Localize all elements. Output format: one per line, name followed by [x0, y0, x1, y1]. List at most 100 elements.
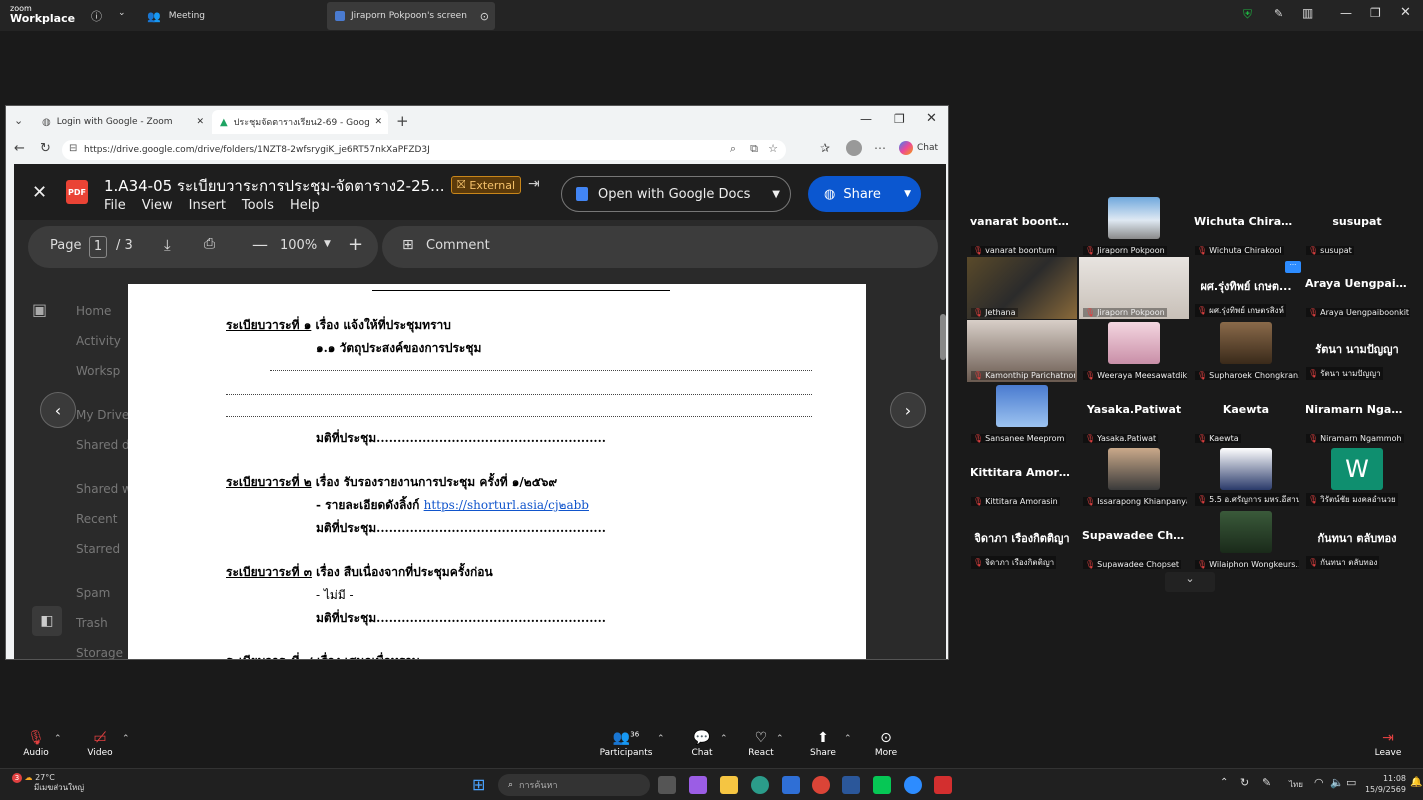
participant-tile[interactable]: 🎙 Jiraporn Pokpoon — [1079, 195, 1189, 257]
zoom-app-icon[interactable] — [904, 776, 922, 794]
close-icon[interactable]: ✕ — [926, 111, 937, 126]
participant-tile[interactable]: Wichuta Chirak... 🎙 Wichuta Chirakool — [1191, 195, 1301, 257]
share-dropdown-icon[interactable]: ▼ — [904, 189, 911, 199]
comment-bar[interactable]: ⊞ Comment — [382, 226, 938, 268]
close-icon[interactable]: ✕ — [1400, 5, 1411, 20]
download-icon[interactable]: ⤓ — [164, 236, 171, 254]
star-icon[interactable]: ☆ — [768, 142, 778, 155]
participant-tile[interactable]: 🎙 Supharoek Chongkran... — [1191, 320, 1301, 382]
language-indicator[interactable]: ไทย — [1289, 778, 1303, 791]
more-options-icon[interactable]: ⊙ — [480, 10, 489, 23]
pen-tray-icon[interactable]: ✎ — [1262, 776, 1271, 789]
leave-button[interactable]: ⇥ Leave — [1358, 730, 1418, 758]
windows-start-icon[interactable]: ⊞ — [472, 775, 485, 794]
participant-tile[interactable]: susupat 🎙 susupat — [1302, 195, 1412, 257]
participant-tile[interactable]: 🎙 Sansanee Meeprom — [967, 383, 1077, 445]
close-tab-icon[interactable]: ✕ — [374, 117, 382, 127]
chat-options-icon[interactable]: ⌃ — [720, 734, 728, 744]
clock[interactable]: 11:08 15/9/2569 — [1356, 773, 1406, 795]
extension-icon[interactable]: ⧉ — [750, 142, 758, 156]
toggle-sidebar-icon[interactable]: ◧ — [32, 606, 62, 636]
profile-avatar[interactable] — [846, 140, 862, 156]
participant-tile[interactable]: 🎙 Jethana — [967, 257, 1077, 319]
task-view-icon[interactable] — [658, 776, 676, 794]
acrobat-icon[interactable] — [934, 776, 952, 794]
restore-icon[interactable]: ❐ — [894, 112, 905, 126]
gallery-next-page-icon[interactable]: ⌄ — [1165, 572, 1215, 592]
tab-google-drive[interactable]: ▲ ประชุมจัดตารางเรียน2-69 - Google D ✕ — [212, 110, 388, 134]
word-icon[interactable] — [842, 776, 860, 794]
reload-icon[interactable]: ↻ — [40, 141, 51, 156]
participants-button[interactable]: 👥36 Participants — [596, 730, 656, 758]
video-button[interactable]: ▭̸ Video — [70, 730, 130, 758]
tray-expand-icon[interactable]: ⌃ — [1220, 777, 1228, 788]
store-icon[interactable] — [782, 776, 800, 794]
participant-tile[interactable]: 🎙 Jiraporn Pokpoon — [1079, 257, 1189, 319]
participant-tile[interactable]: Kittitara Amora... 🎙 Kittitara Amorasin — [967, 446, 1077, 508]
next-file-button[interactable]: › — [890, 392, 926, 428]
shorturl-link[interactable]: https://shorturl.asia/cj๒abb — [424, 498, 589, 512]
chevron-down-icon[interactable]: ⌄ — [118, 8, 126, 18]
sync-icon[interactable]: ↻ — [1240, 776, 1249, 789]
zoom-level[interactable]: 100% — [280, 238, 317, 253]
viewer-scrollbar[interactable] — [940, 314, 946, 360]
participant-tile[interactable]: จิดาภา เรืองกิตติญา 🎙 จิดาภา เรืองกิตติญา — [967, 509, 1077, 571]
audio-options-icon[interactable]: ⌃ — [54, 734, 62, 744]
print-icon[interactable]: ⎙ — [204, 236, 215, 252]
copilot-app-icon[interactable] — [689, 776, 707, 794]
address-bar[interactable]: ⊟ https://drive.google.com/drive/folders… — [62, 140, 786, 160]
more-options-icon[interactable]: ··· — [1285, 261, 1301, 273]
tab-shared-screen[interactable]: Jiraporn Pokpoon's screen ⊙ — [327, 2, 495, 30]
menu-file[interactable]: File — [104, 198, 126, 213]
participant-tile[interactable]: 🎙 Issarapong Khianpanya — [1079, 446, 1189, 508]
menu-insert[interactable]: Insert — [189, 198, 226, 213]
file-explorer-icon[interactable] — [720, 776, 738, 794]
open-with-docs-button[interactable]: Open with Google Docs ▼ — [561, 176, 791, 212]
menu-help[interactable]: Help — [290, 198, 320, 213]
participant-tile[interactable]: Yasaka.Patiwat 🎙 Yasaka.Patiwat — [1079, 383, 1189, 445]
share-button[interactable]: ◍ Share ▼ — [808, 176, 921, 212]
participant-tile[interactable]: vanarat boontum 🎙 vanarat boontum — [967, 195, 1077, 257]
move-folder-icon[interactable]: ⇥ — [528, 176, 540, 192]
layout-icon[interactable]: ▥ — [1302, 6, 1313, 20]
close-tab-icon[interactable]: ✕ — [196, 117, 204, 127]
volume-icon[interactable]: 🔈 — [1330, 776, 1344, 789]
participant-tile[interactable]: Araya Uengpaib... 🎙 Araya Uengpaiboonkit — [1302, 257, 1412, 319]
open-with-dropdown-icon[interactable]: ▼ — [772, 189, 780, 200]
copilot-chat-button[interactable]: Chat — [899, 141, 938, 155]
tab-login-zoom[interactable]: ◍ Login with Google - Zoom ✕ — [34, 110, 210, 134]
line-icon[interactable] — [873, 776, 891, 794]
edge-icon[interactable] — [751, 776, 769, 794]
close-viewer-icon[interactable]: ✕ — [32, 182, 47, 203]
taskbar-search[interactable]: ⌕ การค้นหา — [498, 774, 650, 796]
menu-view[interactable]: View — [142, 198, 173, 213]
zoom-lens-icon[interactable]: ⌕ — [730, 142, 736, 156]
participant-tile[interactable]: Niramarn Ngam... 🎙 Niramarn Ngammoh — [1302, 383, 1412, 445]
minimize-icon[interactable]: — — [1340, 6, 1352, 20]
prev-file-button[interactable]: ‹ — [40, 392, 76, 428]
zoom-dropdown-icon[interactable]: ▼ — [324, 239, 331, 249]
wifi-icon[interactable]: ◠ — [1314, 776, 1324, 789]
participant-tile[interactable]: รัตนา นามปัญญา 🎙 รัตนา นามปัญญา — [1302, 320, 1412, 382]
tab-meeting[interactable]: 👥 Meeting — [147, 4, 322, 28]
tab-list-icon[interactable]: ⌄ — [14, 114, 23, 127]
page-number-input[interactable]: 1 — [89, 236, 107, 258]
weather-widget[interactable]: 3 ☁ 27°C มีเมฆส่วนใหญ่ — [12, 773, 84, 793]
shield-icon[interactable]: ⛨ — [1243, 7, 1252, 22]
battery-icon[interactable]: ▭ — [1346, 776, 1356, 789]
minimize-icon[interactable]: — — [860, 112, 872, 126]
pen-icon[interactable]: ✎ — [1274, 7, 1283, 20]
video-options-icon[interactable]: ⌃ — [122, 734, 130, 744]
chrome-icon[interactable] — [812, 776, 830, 794]
new-tab-icon[interactable]: + — [396, 112, 409, 130]
restore-icon[interactable]: ❐ — [1370, 6, 1381, 20]
zoom-in-icon[interactable]: + — [348, 234, 363, 255]
participant-tile[interactable]: กันทนา ตลับทอง 🎙 กันทนา ตลับทอง — [1302, 509, 1412, 571]
participant-tile[interactable]: W 🎙 วิรัตน์ชัย มงคลอำนวย — [1302, 446, 1412, 508]
info-icon[interactable]: ⓘ — [91, 8, 102, 24]
participants-options-icon[interactable]: ⌃ — [657, 734, 665, 744]
more-button[interactable]: ⊙ More — [856, 730, 916, 758]
notification-icon[interactable]: 🔔 — [1410, 777, 1422, 788]
participant-tile[interactable]: 🎙5.5 อ.ศรัญการ มหร.อีสาน ... — [1191, 446, 1301, 508]
menu-tools[interactable]: Tools — [242, 198, 274, 213]
